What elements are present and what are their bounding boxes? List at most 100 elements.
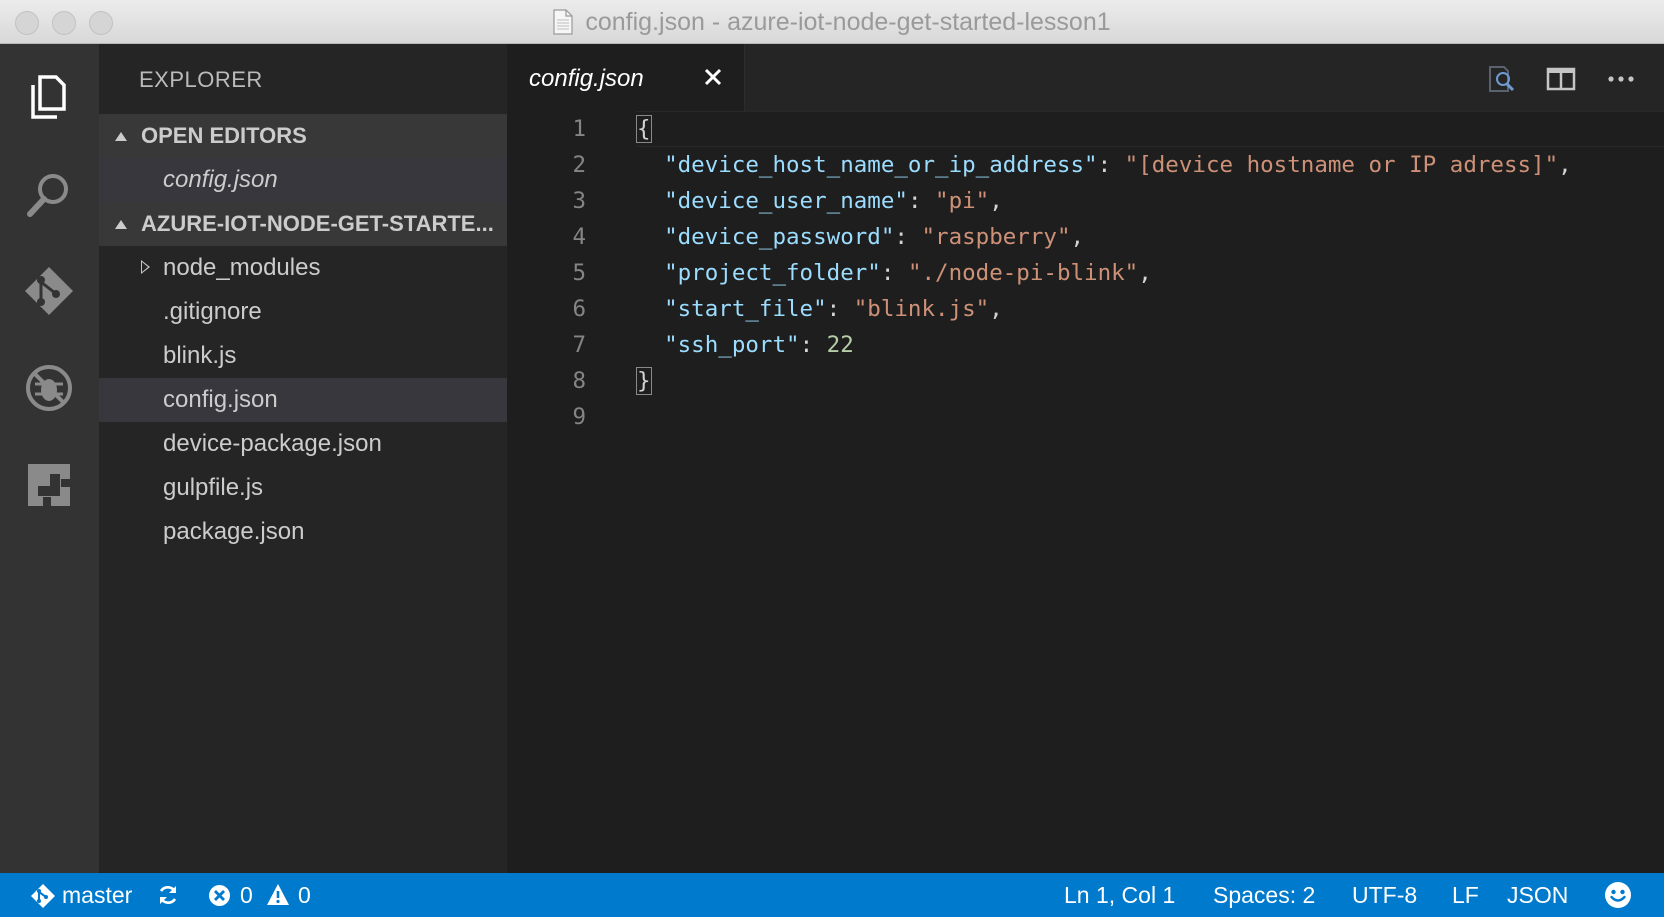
line-text: "ssh_port": 22 (637, 327, 854, 363)
json-punctuation: , (1070, 224, 1085, 250)
file-tree-item-package-json[interactable]: package.json (99, 510, 507, 554)
explorer-title: EXPLORER (139, 67, 263, 92)
split-editor-icon[interactable] (1546, 64, 1576, 94)
search-icon[interactable] (23, 168, 75, 220)
line-text: "start_file": "blink.js", (637, 291, 1003, 327)
encoding-status[interactable]: UTF-8 (1352, 873, 1417, 917)
line-number: 5 (572, 260, 586, 286)
json-punctuation (637, 296, 664, 322)
json-string: "[device hostname or IP adress]" (1124, 152, 1559, 178)
file-tree-item-gitignore[interactable]: .gitignore (99, 290, 507, 334)
editor-area: config.json 1 {2 "device_host_name_or_i… (507, 44, 1664, 873)
json-punctuation (637, 152, 664, 178)
open-preview-icon[interactable] (1486, 64, 1516, 94)
extensions-icon[interactable] (23, 459, 75, 511)
error-count[interactable]: 0 (240, 873, 253, 917)
line-text: } (636, 363, 652, 399)
line-number: 8 (572, 368, 586, 394)
json-punctuation: : (799, 332, 827, 358)
window-title-wrap: config.json - azure-iot-node-get-started… (0, 0, 1664, 44)
json-punctuation (637, 188, 664, 214)
json-string: "raspberry" (921, 224, 1071, 250)
json-number: 22 (826, 332, 854, 358)
json-string: "./node-pi-blink" (907, 260, 1139, 286)
line-text: "device_password": "raspberry", (637, 219, 1084, 255)
file-tree-item-gulpfile-js[interactable]: gulpfile.js (99, 466, 507, 510)
vscode-window: config.json - azure-iot-node-get-started… (0, 0, 1664, 917)
title-bar: config.json - azure-iot-node-get-started… (0, 0, 1664, 44)
line-ending-status[interactable]: LF (1452, 873, 1479, 917)
debug-icon[interactable] (23, 362, 75, 414)
code-line[interactable]: 5 "project_folder": "./node-pi-blink", (507, 255, 1664, 291)
line-number: 6 (572, 296, 586, 322)
cursor-position[interactable]: Ln 1, Col 1 (1064, 873, 1175, 917)
line-number: 4 (572, 224, 586, 250)
close-icon[interactable] (703, 67, 723, 87)
json-punctuation: : (826, 296, 854, 322)
line-text: "device_host_name_or_ip_address": "[devi… (637, 147, 1572, 183)
json-key: "project_folder" (664, 260, 881, 286)
json-string: "pi" (935, 188, 990, 214)
line-text: "project_folder": "./node-pi-blink", (637, 255, 1152, 291)
expand-triangle-icon[interactable] (141, 260, 150, 274)
explorer-sidebar: EXPLORER OPEN EDITORS config.json AZURE-… (99, 44, 507, 873)
code-line[interactable]: 8} (507, 363, 1664, 399)
file-tree-item-node-modules[interactable]: node_modules (99, 246, 507, 290)
code-line[interactable]: 7 "ssh_port": 22 (507, 327, 1664, 363)
json-punctuation: , (989, 296, 1003, 322)
code-line[interactable]: 4 "device_password": "raspberry", (507, 219, 1664, 255)
code-line[interactable]: 9 (507, 399, 1664, 435)
sync-icon[interactable] (156, 883, 180, 907)
document-icon (553, 9, 573, 35)
warning-count[interactable]: 0 (298, 873, 311, 917)
language-mode[interactable]: JSON (1507, 873, 1568, 917)
line-text: "device_user_name": "pi", (637, 183, 1003, 219)
git-icon[interactable] (23, 265, 75, 317)
json-punctuation: , (1138, 260, 1152, 286)
window-title: config.json - azure-iot-node-get-started… (585, 7, 1111, 36)
file-tree-item-blink-js[interactable]: blink.js (99, 334, 507, 378)
line-number: 3 (572, 188, 586, 214)
warning-icon[interactable] (266, 883, 290, 906)
json-punctuation: : (1097, 152, 1125, 178)
code-editor[interactable]: 1{2 "device_host_name_or_ip_address": "[… (507, 111, 1664, 873)
collapse-triangle-icon (115, 131, 127, 141)
activity-bar (0, 44, 99, 873)
open-editor-item[interactable]: config.json (99, 158, 507, 202)
json-punctuation (637, 224, 664, 250)
json-key: "device_user_name" (664, 188, 908, 214)
json-string: "blink.js" (853, 296, 990, 322)
tab-config-json[interactable]: config.json (507, 44, 745, 111)
indentation-status[interactable]: Spaces: 2 (1213, 873, 1315, 917)
more-actions-icon[interactable] (1606, 64, 1636, 94)
json-punctuation (637, 260, 664, 286)
folder-header[interactable]: AZURE-IOT-NODE-GET-STARTE... (99, 202, 507, 246)
json-key: "device_host_name_or_ip_address" (664, 152, 1098, 178)
status-bar: master 0 0 Ln 1, Col 1 Spaces: 2 UTF-8 L… (0, 873, 1664, 917)
line-text: { (636, 111, 652, 147)
json-punctuation: , (989, 188, 1003, 214)
json-punctuation: { (636, 115, 652, 143)
json-punctuation: , (1558, 152, 1572, 178)
code-line[interactable]: 3 "device_user_name": "pi", (507, 183, 1664, 219)
json-key: "device_password" (664, 224, 895, 250)
json-punctuation: } (636, 367, 652, 395)
code-line[interactable]: 1{ (507, 111, 1664, 147)
file-tree-item-device-package-json[interactable]: device-package.json (99, 422, 507, 466)
json-punctuation: : (880, 260, 908, 286)
line-number: 1 (572, 116, 586, 142)
line-number: 7 (572, 332, 586, 358)
code-line[interactable]: 2 "device_host_name_or_ip_address": "[de… (507, 147, 1664, 183)
files-icon[interactable] (23, 71, 75, 123)
git-branch-status[interactable]: master (62, 873, 132, 917)
file-tree-item-config-json[interactable]: config.json (99, 378, 507, 422)
line-number: 9 (572, 404, 586, 430)
open-editors-header[interactable]: OPEN EDITORS (99, 114, 507, 158)
smiley-icon[interactable] (1604, 881, 1632, 909)
error-icon[interactable] (208, 884, 231, 907)
tab-label: config.json (529, 65, 644, 92)
json-punctuation: : (894, 224, 922, 250)
code-line[interactable]: 6 "start_file": "blink.js", (507, 291, 1664, 327)
json-key: "start_file" (664, 296, 827, 322)
collapse-triangle-icon (115, 219, 127, 229)
